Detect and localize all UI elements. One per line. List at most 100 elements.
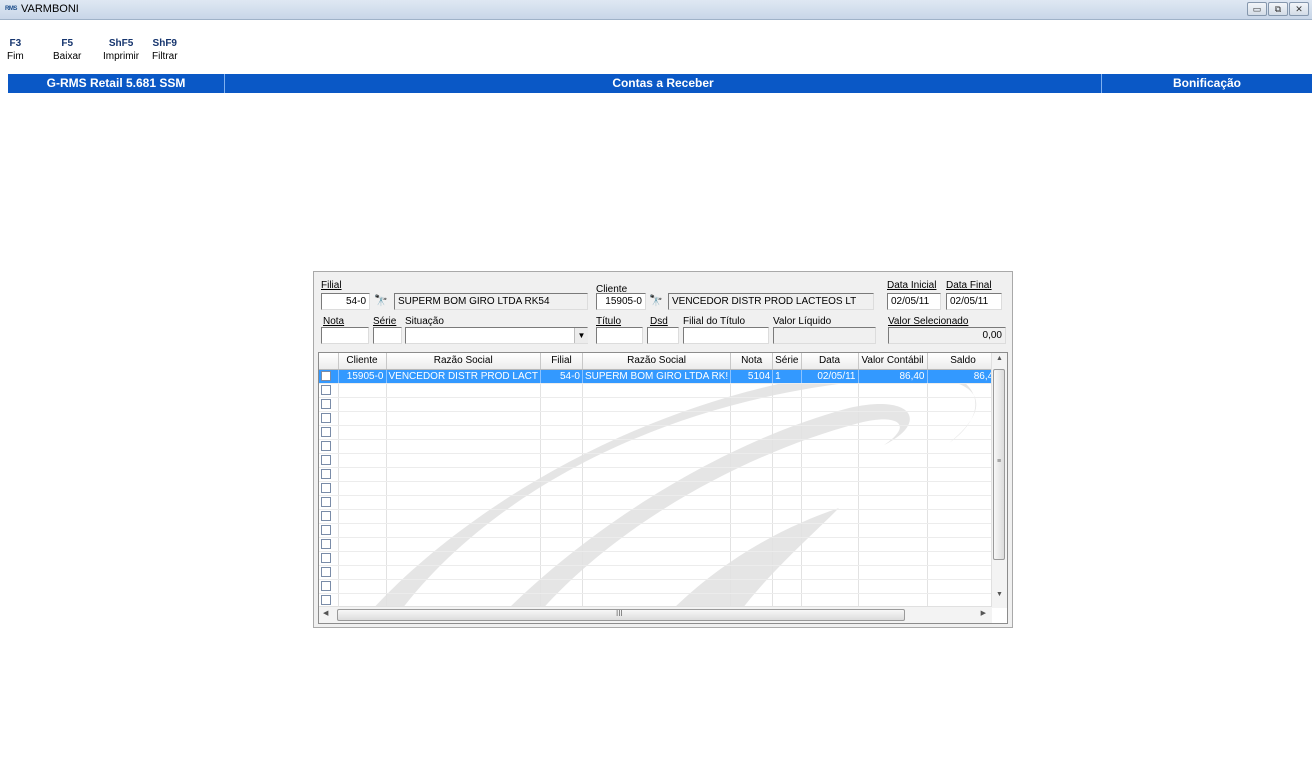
table-row-empty[interactable] [319, 481, 1000, 496]
row-checkbox[interactable] [321, 426, 331, 437]
empty-cell [730, 537, 774, 552]
empty-cell [582, 453, 732, 468]
filtrar-button[interactable]: ShF9 Filtrar [152, 37, 178, 63]
scroll-up-arrow-icon[interactable]: ▲ [992, 355, 1007, 362]
col-nota-header[interactable]: Nota [730, 353, 774, 370]
row-checkbox[interactable] [321, 538, 331, 549]
close-button[interactable]: ✕ [1289, 2, 1309, 16]
empty-cell [338, 453, 387, 468]
table-row-empty[interactable] [319, 537, 1000, 552]
row-checkbox[interactable] [321, 566, 331, 577]
titulo-field[interactable] [596, 327, 643, 344]
table-row-empty[interactable] [319, 551, 1000, 566]
row-checkbox[interactable] [321, 482, 331, 493]
row-checkbox[interactable] [321, 524, 331, 535]
empty-cell [338, 467, 387, 482]
row-checkbox[interactable] [321, 510, 331, 521]
table-row-empty[interactable] [319, 579, 1000, 594]
filial-titulo-field[interactable] [683, 327, 769, 344]
data-final-field[interactable]: 02/05/11 [946, 293, 1002, 310]
scroll-left-arrow-icon[interactable]: ◀ [323, 609, 328, 617]
minimize-button[interactable]: ▭ [1247, 2, 1267, 16]
vertical-scroll-thumb[interactable]: ≡ [993, 369, 1005, 560]
empty-cell [386, 593, 541, 608]
situacao-select[interactable] [405, 327, 588, 344]
data-inicial-field[interactable]: 02/05/11 [887, 293, 941, 310]
empty-cell [858, 439, 928, 454]
empty-cell [858, 579, 928, 594]
scroll-right-arrow-icon[interactable]: ▶ [981, 609, 986, 617]
cell-filial: 54-0 [540, 369, 583, 384]
table-row[interactable]: 15905-0 VENCEDOR DISTR PROD LACT 54-0 SU… [319, 369, 1000, 384]
table-row-empty[interactable] [319, 397, 1000, 412]
empty-cell [338, 383, 387, 398]
table-row-empty[interactable] [319, 523, 1000, 538]
empty-cell [540, 565, 583, 580]
table-row-empty[interactable] [319, 565, 1000, 580]
row-checkbox[interactable] [321, 384, 331, 395]
table-row-empty[interactable] [319, 453, 1000, 468]
row-checkbox-cell [319, 551, 339, 566]
empty-cell [927, 411, 1000, 426]
restore-button[interactable]: ⧉ [1268, 2, 1288, 16]
empty-cell [582, 411, 732, 426]
row-checkbox[interactable] [321, 496, 331, 507]
horizontal-scroll-thumb[interactable]: III [337, 609, 905, 621]
horizontal-scrollbar[interactable]: ◀ III ▶ [319, 606, 992, 623]
table-row-empty[interactable] [319, 425, 1000, 440]
row-checkbox[interactable] [321, 440, 331, 451]
fkey-label: Fim [7, 51, 24, 62]
empty-cell [582, 439, 732, 454]
row-checkbox-cell [319, 565, 339, 580]
col-filial-header[interactable]: Filial [540, 353, 583, 370]
filial-titulo-label: Filial do Título [683, 316, 746, 327]
table-row-empty[interactable] [319, 411, 1000, 426]
cell-saldo: 86,4( [927, 369, 1000, 384]
cliente-code-field[interactable]: 15905-0 [596, 293, 646, 310]
row-checkbox[interactable] [321, 398, 331, 409]
col-data-header[interactable]: Data [801, 353, 859, 370]
dsd-field[interactable] [647, 327, 679, 344]
filial-search-binoculars-icon[interactable]: 🔭 [374, 294, 388, 307]
baixar-button[interactable]: F5 Baixar [53, 37, 81, 63]
col-valor-contabil-header[interactable]: Valor Contábil [858, 353, 928, 370]
col-razao-social-cliente-header[interactable]: Razão Social [386, 353, 541, 370]
empty-cell [801, 495, 859, 510]
situacao-dropdown-arrow-icon[interactable]: ▼ [574, 328, 588, 343]
row-checkbox-cell [319, 523, 339, 538]
vertical-scrollbar[interactable]: ▲ ≡ ▼ [991, 353, 1007, 608]
row-checkbox[interactable] [321, 370, 331, 381]
serie-field[interactable] [373, 327, 402, 344]
table-row-empty[interactable] [319, 467, 1000, 482]
empty-cell [772, 411, 802, 426]
empty-cell [582, 467, 732, 482]
col-saldo-header[interactable]: Saldo [927, 353, 1000, 370]
row-checkbox[interactable] [321, 412, 331, 423]
row-checkbox[interactable] [321, 552, 331, 563]
row-checkbox[interactable] [321, 594, 331, 605]
row-checkbox-cell [319, 467, 339, 482]
row-checkbox[interactable] [321, 468, 331, 479]
table-row-empty[interactable] [319, 383, 1000, 398]
nota-field[interactable] [321, 327, 369, 344]
table-row-empty[interactable] [319, 495, 1000, 510]
fim-button[interactable]: F3 Fim [7, 37, 24, 63]
table-row-empty[interactable] [319, 439, 1000, 454]
table-row-empty[interactable] [319, 509, 1000, 524]
imprimir-button[interactable]: ShF5 Imprimir [103, 37, 139, 63]
col-serie-header[interactable]: Série [772, 353, 802, 370]
table-row-empty[interactable] [319, 593, 1000, 608]
col-razao-social-filial-header[interactable]: Razão Social [582, 353, 732, 370]
module-title: Contas a Receber [612, 76, 714, 90]
empty-cell [338, 551, 387, 566]
empty-cell [927, 537, 1000, 552]
empty-cell [772, 593, 802, 608]
empty-cell [927, 453, 1000, 468]
scroll-down-arrow-icon[interactable]: ▼ [992, 591, 1007, 598]
empty-cell [772, 467, 802, 482]
col-cliente-header[interactable]: Cliente [338, 353, 387, 370]
row-checkbox[interactable] [321, 454, 331, 465]
row-checkbox[interactable] [321, 580, 331, 591]
cliente-search-binoculars-icon[interactable]: 🔭 [649, 294, 663, 307]
filial-code-field[interactable]: 54-0 [321, 293, 370, 310]
